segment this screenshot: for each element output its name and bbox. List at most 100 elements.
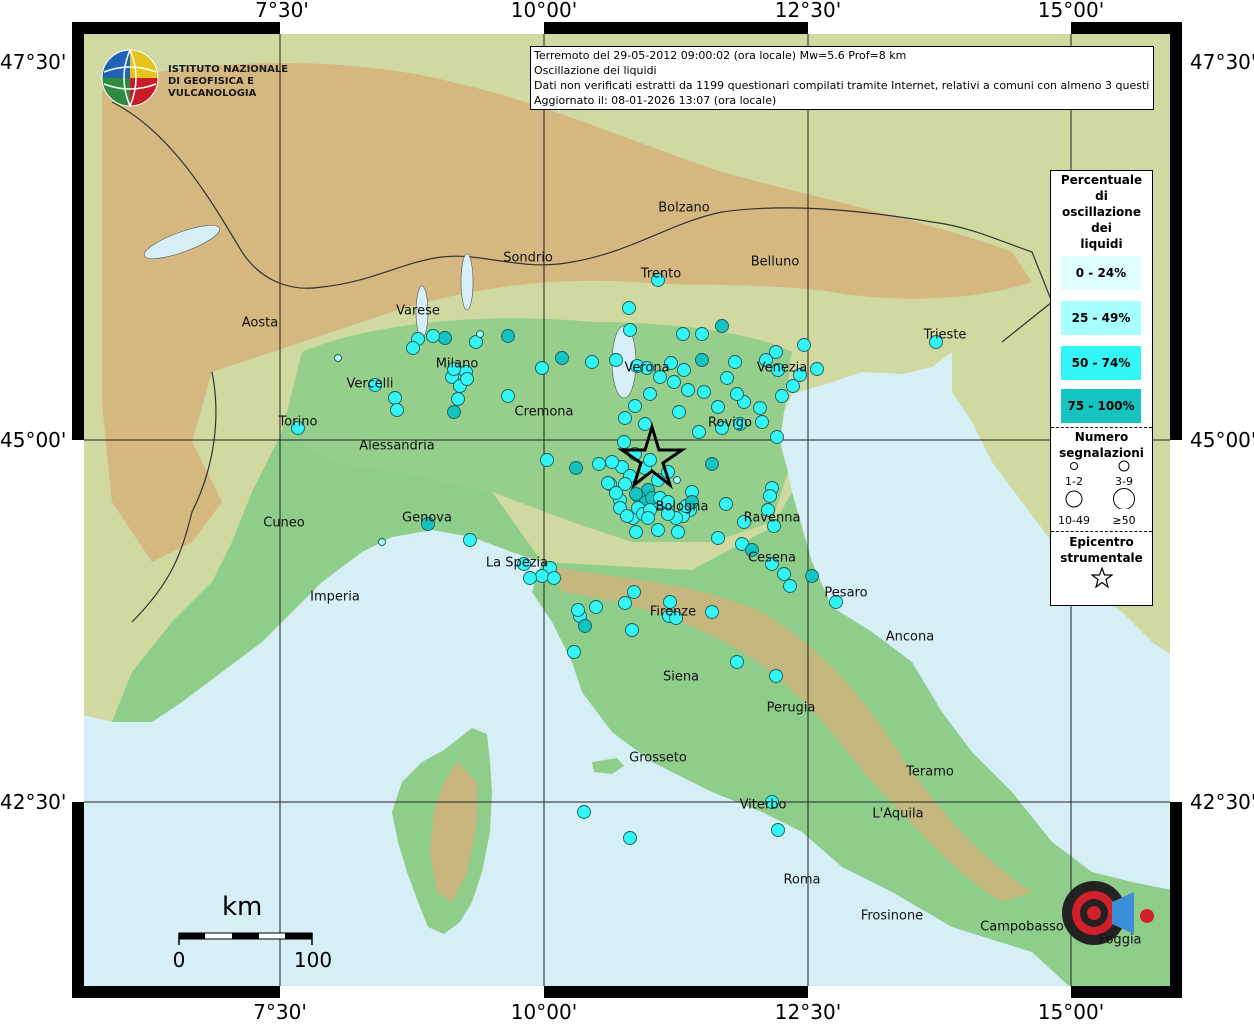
felt-report-marker xyxy=(589,600,603,614)
city-label: Siena xyxy=(662,669,700,685)
felt-report-marker xyxy=(540,453,554,467)
city-label: Milano xyxy=(435,356,479,372)
felt-report-marker xyxy=(578,619,592,633)
felt-report-marker xyxy=(629,525,643,539)
felt-report-marker xyxy=(622,301,636,315)
legend-percent-title-4: dei xyxy=(1091,221,1112,235)
felt-report-marker xyxy=(715,319,729,333)
map-subject: Oscillazione dei liquidi xyxy=(534,64,657,77)
felt-report-marker xyxy=(720,371,734,385)
city-label: Vercelli xyxy=(346,376,394,392)
legend: Percentuale di oscillazione dei liquidi … xyxy=(1050,170,1153,606)
felt-report-marker xyxy=(777,567,791,581)
legend-class-75-100: 75 - 100% xyxy=(1061,389,1141,423)
felt-report-marker xyxy=(627,585,641,599)
felt-report-marker xyxy=(695,327,709,341)
city-label: Genova xyxy=(402,510,452,526)
city-label: Torino xyxy=(278,414,318,430)
felt-report-marker xyxy=(555,351,569,365)
felt-report-marker xyxy=(547,571,561,585)
city-label: Venezia xyxy=(756,360,808,376)
felt-report-marker xyxy=(406,341,420,355)
felt-report-marker xyxy=(535,569,549,583)
city-label: Perugia xyxy=(766,700,816,716)
logo-line2: DI GEOFISICA E VULCANOLOGIA xyxy=(168,76,257,99)
city-label: Belluno xyxy=(750,254,800,270)
felt-report-marker xyxy=(388,391,402,405)
legend-divider xyxy=(1051,531,1152,532)
lon-label-top: 15°00' xyxy=(1037,0,1105,22)
legend-percent-title-1: Percentuale xyxy=(1060,173,1143,187)
legend-epicenter-title-2: strumentale xyxy=(1060,551,1143,565)
felt-report-marker xyxy=(618,411,632,425)
felt-report-marker xyxy=(609,353,623,367)
felt-report-marker xyxy=(671,525,685,539)
felt-report-marker xyxy=(769,669,783,683)
felt-report-marker xyxy=(438,331,452,345)
felt-report-marker xyxy=(501,329,515,343)
felt-report-marker xyxy=(705,457,719,471)
felt-report-marker xyxy=(775,389,789,403)
felt-report-marker xyxy=(378,538,386,546)
felt-report-marker xyxy=(770,430,784,444)
legend-count-3-9: 3-9 xyxy=(1115,475,1133,488)
city-label: Firenze xyxy=(649,604,697,620)
legend-count-10-49: 10-49 xyxy=(1058,514,1090,527)
city-label: La Spezia xyxy=(485,555,549,571)
felt-report-marker xyxy=(620,509,634,523)
felt-report-marker xyxy=(569,461,583,475)
lon-label-top: 12°30' xyxy=(774,0,842,22)
city-label: Verona xyxy=(624,360,670,376)
map-frame: 7°30' 10°00' 12°30' 15°00' xyxy=(72,0,1182,998)
lat-label-left: 47°30' xyxy=(0,50,67,74)
felt-report-marker xyxy=(390,403,404,417)
felt-report-marker xyxy=(535,361,549,375)
lake-como xyxy=(460,253,474,311)
felt-report-marker xyxy=(705,605,719,619)
lat-label-left: 45°00' xyxy=(0,428,67,452)
legend-count-title-1: Numero xyxy=(1074,430,1129,444)
legend-count-title-2: segnalazioni xyxy=(1059,446,1144,460)
felt-report-marker xyxy=(628,399,642,413)
felt-report-marker xyxy=(463,533,477,547)
legend-class-0-24: 0 - 24% xyxy=(1061,256,1141,290)
city-label: Trieste xyxy=(923,327,967,343)
scale-unit: km xyxy=(222,892,263,922)
felt-report-marker xyxy=(451,392,465,406)
legend-epicenter-title-1: Epicentro xyxy=(1069,535,1134,549)
felt-report-marker xyxy=(805,569,819,583)
felt-report-marker xyxy=(730,655,744,669)
felt-report-marker xyxy=(681,383,695,397)
scale-max-label: 100 xyxy=(293,948,333,972)
city-label: Ancona xyxy=(885,629,935,645)
felt-report-marker xyxy=(728,355,742,369)
felt-report-marker xyxy=(638,417,652,431)
felt-report-marker xyxy=(460,372,474,386)
felt-report-marker xyxy=(567,645,581,659)
felt-report-marker xyxy=(334,354,342,362)
felt-report-marker xyxy=(810,362,824,376)
city-label: Cremona xyxy=(514,404,574,420)
lat-label-right: 45°00' xyxy=(1190,428,1254,452)
felt-report-marker xyxy=(609,486,623,500)
city-label: Roma xyxy=(783,872,821,888)
felt-report-marker xyxy=(623,323,637,337)
ingv-globe-icon xyxy=(101,49,159,107)
city-label: Aosta xyxy=(241,315,279,331)
felt-report-marker xyxy=(692,425,706,439)
felt-report-marker xyxy=(501,389,515,403)
felt-report-marker xyxy=(673,476,681,484)
city-label: Trento xyxy=(640,266,682,282)
scale-min-label: 0 xyxy=(172,948,186,972)
city-label: Bolzano xyxy=(658,200,710,216)
felt-report-marker xyxy=(476,330,484,338)
felt-report-marker xyxy=(711,400,725,414)
felt-report-marker xyxy=(641,511,655,525)
city-label: Alessandria xyxy=(359,438,435,454)
lon-label-bottom: 15°00' xyxy=(1037,1000,1105,1024)
city-label: Campobasso xyxy=(980,919,1064,935)
felt-report-marker xyxy=(783,579,797,593)
city-label: Teramo xyxy=(906,764,954,780)
city-label: Pesaro xyxy=(824,585,868,601)
felt-report-marker xyxy=(592,457,606,471)
